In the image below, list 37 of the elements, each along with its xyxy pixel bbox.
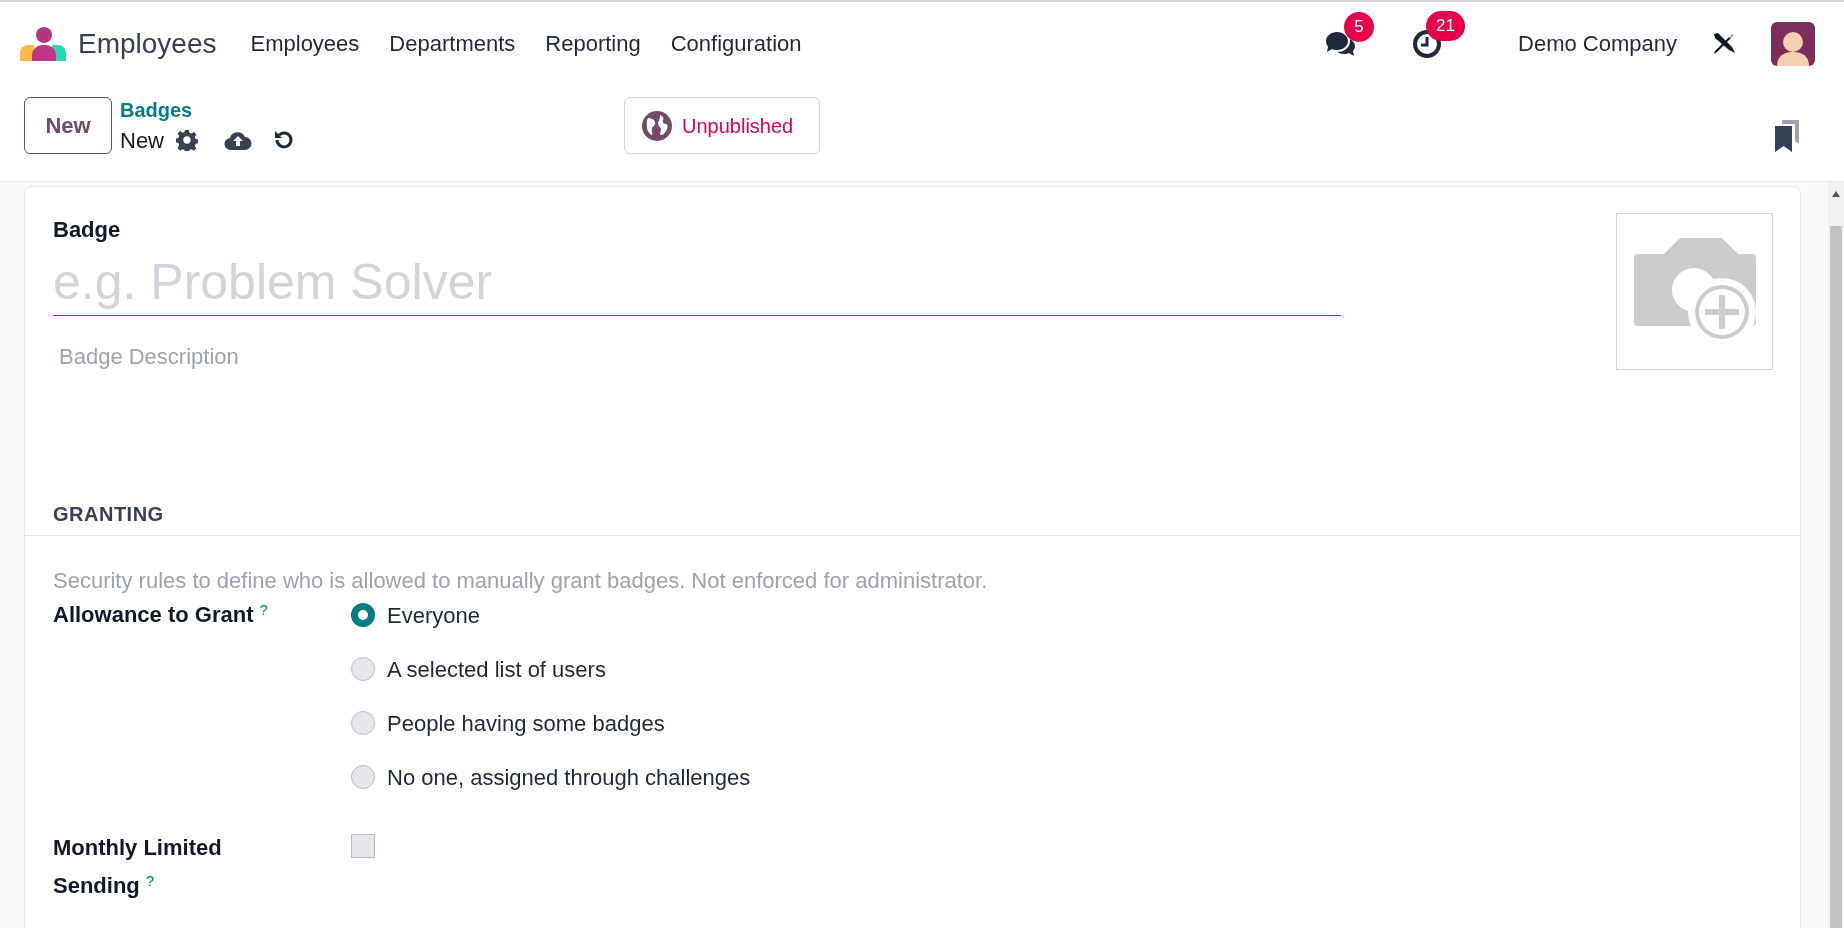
checkbox[interactable] [351, 834, 375, 858]
radio-label[interactable]: A selected list of users [387, 652, 606, 686]
radio-button[interactable] [351, 657, 375, 681]
app-title[interactable]: Employees [78, 22, 217, 65]
app-logo-icon[interactable] [20, 26, 66, 61]
section-help-text: Security rules to define who is allowed to manually grant badges. Not enforced for administrator. [53, 567, 989, 595]
record-title: New [120, 126, 164, 155]
radio-button[interactable] [351, 603, 375, 627]
menu-item[interactable]: Departments [379, 27, 526, 60]
radio-label[interactable]: People having some badges [387, 706, 665, 740]
scroll-up-arrow-icon[interactable] [1831, 190, 1841, 198]
notification-count: 5 [1344, 11, 1375, 42]
scrollbar-thumb[interactable] [1830, 226, 1842, 928]
menu-item[interactable]: Reporting [535, 27, 651, 60]
menu-item[interactable]: Employees [240, 27, 370, 60]
badge-description-field[interactable]: Badge Description [59, 340, 1259, 440]
tools-icon[interactable] [1711, 30, 1737, 57]
globe-icon [642, 110, 672, 141]
radio-button[interactable] [351, 711, 375, 735]
new-button[interactable]: New [24, 97, 112, 154]
bookmark-icon[interactable] [1775, 120, 1799, 152]
breadcrumb-link[interactable]: Badges [120, 97, 296, 123]
menu-item[interactable]: Configuration [660, 27, 812, 60]
notification-count: 21 [1426, 10, 1465, 41]
user-avatar[interactable] [1771, 21, 1815, 66]
radio-label[interactable]: Everyone [387, 598, 480, 632]
section-title: GRANTING [52, 502, 165, 527]
company-switcher[interactable]: Demo Company [1518, 27, 1677, 60]
settings-icon[interactable] [176, 129, 198, 151]
field-label: Monthly Limited Sending $^{?}$ [53, 835, 222, 898]
chat-icon[interactable] [1324, 29, 1357, 58]
radio-label[interactable]: No one, assigned through challenges [387, 760, 751, 794]
cloud-upload-icon[interactable] [224, 129, 252, 151]
field-label: Allowance to Grant $^{?}$ [53, 602, 268, 627]
radio-button[interactable] [351, 765, 375, 789]
publish-status-button[interactable]: Unpublished [624, 97, 820, 154]
field-label: Badge [53, 216, 122, 244]
